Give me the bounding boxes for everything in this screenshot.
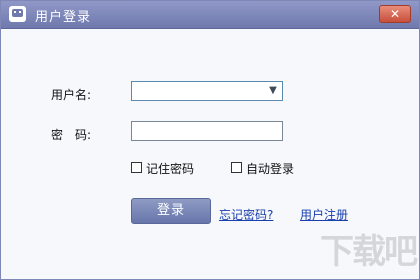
watermark: 下载吧 xyxy=(320,232,418,272)
username-combobox[interactable]: ▼ xyxy=(131,81,283,101)
title-bar[interactable]: 用户登录 ✕ xyxy=(1,1,419,29)
checkbox-box[interactable] xyxy=(131,162,142,173)
forgot-password-link[interactable]: 忘记密码? xyxy=(219,206,273,223)
password-label: 密 码: xyxy=(51,128,92,142)
login-button[interactable]: 登录 xyxy=(131,198,211,224)
username-label: 用户名: xyxy=(51,88,92,102)
chevron-down-icon[interactable]: ▼ xyxy=(267,84,279,98)
checkbox-box[interactable] xyxy=(231,162,242,173)
app-icon xyxy=(9,6,26,22)
auto-login-label: 自动登录 xyxy=(246,162,295,176)
remember-password-label: 记住密码 xyxy=(146,162,195,176)
password-field[interactable] xyxy=(131,121,283,141)
login-window: 用户登录 ✕ 用户名: ▼ 密 码: 记住密码 自动登录 登录 忘记密码? 用户… xyxy=(0,0,420,280)
close-button[interactable]: ✕ xyxy=(379,5,411,23)
register-link[interactable]: 用户注册 xyxy=(300,206,348,223)
window-title: 用户登录 xyxy=(35,10,92,25)
